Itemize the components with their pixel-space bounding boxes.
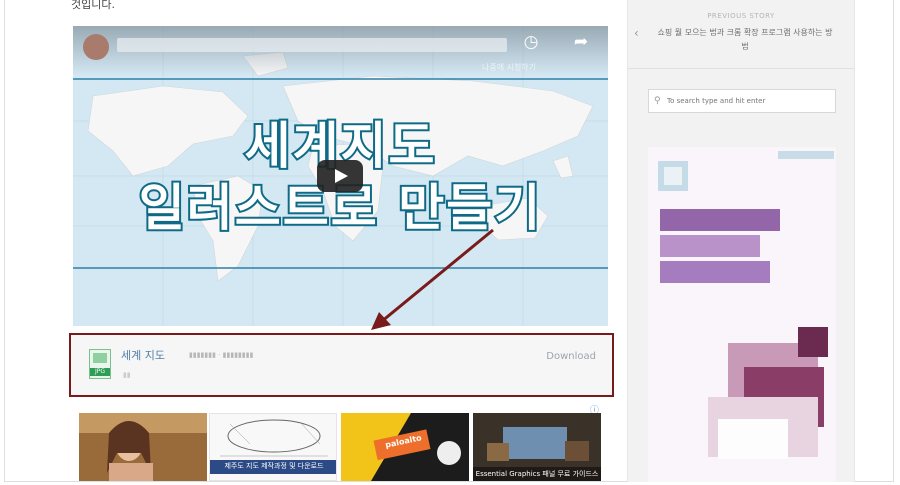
thumbnail-item-2[interactable]: 제주도 지도 제작과정 및 다운로드 (209, 413, 337, 481)
share-icon: ➦ (573, 32, 589, 52)
thumbnail-item-3[interactable]: paloalto (341, 413, 469, 481)
page-frame: 것입니다. ◷ 나중에 시청하기 ➦ 세계지도 일러스트로 만들기 JPG 세계… (4, 0, 894, 482)
search-input[interactable] (648, 89, 836, 113)
watch-later-label: 나중에 시청하기 (481, 63, 537, 72)
article-lead-text: 것입니다. (71, 0, 115, 11)
video-title-blurred[interactable] (117, 38, 507, 52)
thumbnail-image-paloalto (341, 413, 469, 481)
play-button[interactable] (317, 160, 363, 192)
watch-later-button[interactable]: ◷ 나중에 시청하기 (482, 32, 553, 73)
jpg-file-icon: JPG (89, 349, 111, 379)
search-icon: ⚲ (654, 96, 661, 106)
previous-story-link[interactable]: 쇼핑 뭘 모으는 법과 크롬 확장 프로그램 사용하는 방법 (656, 26, 834, 54)
attachment-file-name[interactable]: 세계 지도 (121, 347, 165, 363)
sidebar-divider (628, 68, 854, 69)
pixelated-ad-image (648, 147, 836, 482)
download-link[interactable]: Download (546, 351, 596, 362)
thumbnail-caption-2: 제주도 지도 제작과정 및 다운로드 (224, 462, 324, 470)
sidebar-ad-pixelated[interactable] (648, 147, 836, 482)
share-button[interactable]: ➦ (563, 32, 599, 52)
clock-icon: ◷ (523, 32, 539, 52)
previous-story-label: PREVIOUS STORY (707, 12, 775, 20)
thumbnail-item-4[interactable]: Essential Graphics 패널 무료 가이드스 (473, 413, 601, 481)
thumbnail-item-1[interactable] (79, 413, 207, 481)
attachment-box: JPG 세계 지도 ▮▮▮▮▮▮▮ · ▮▮▮▮▮▮▮▮ ▮▮ Download (69, 333, 614, 397)
video-top-bar: ◷ 나중에 시청하기 ➦ (73, 26, 608, 76)
thumbnail-caption-4: Essential Graphics 패널 무료 가이드스 (475, 470, 599, 478)
channel-avatar[interactable] (83, 34, 109, 60)
file-type-label: JPG (90, 368, 110, 376)
sidebar: PREVIOUS STORY ‹ 쇼핑 뭘 모으는 법과 크롬 확장 프로그램 … (627, 0, 855, 482)
thumbnail-image-portrait (79, 413, 207, 481)
thumbnail-row: 제주도 지도 제작과정 및 다운로드 paloalto Essential Gr… (79, 413, 601, 481)
chevron-left-icon[interactable]: ‹ (634, 26, 639, 40)
attachment-meta-blurred: ▮▮▮▮▮▮▮ · ▮▮▮▮▮▮▮▮ (189, 351, 254, 359)
video-embed[interactable]: ◷ 나중에 시청하기 ➦ 세계지도 일러스트로 만들기 (73, 26, 608, 326)
attachment-sub-blurred: ▮▮ (123, 371, 131, 379)
